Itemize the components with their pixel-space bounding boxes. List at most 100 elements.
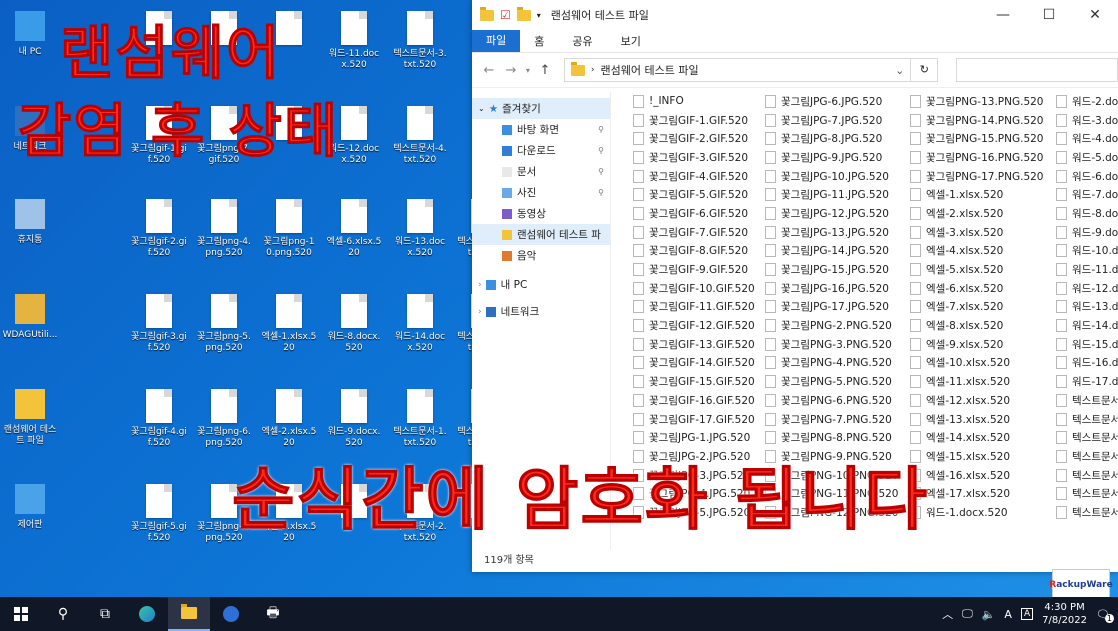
desktop-file[interactable]: 워드-13.docx.520 xyxy=(392,193,448,271)
file-item[interactable]: 워드-16.docx.520 xyxy=(1056,354,1118,373)
task-view-icon[interactable]: ⧉ xyxy=(84,597,126,631)
file-item[interactable]: 엑셀-7.xlsx.520 xyxy=(910,298,1044,317)
pin-icon[interactable]: ⚲ xyxy=(598,146,604,155)
desktop-file[interactable]: 꽃그림gif-2.gif.520 xyxy=(131,193,187,271)
file-item[interactable]: 꽃그림JPG-1.JPG.520 xyxy=(633,428,755,447)
desktop-file[interactable]: 꽃그림gif-3.gif.520 xyxy=(131,288,187,366)
back-arrow-icon[interactable]: ← xyxy=(478,63,500,78)
file-item[interactable]: 꽃그림GIF-14.GIF.520 xyxy=(633,354,755,373)
desktop-icon[interactable]: WDAGUtili... xyxy=(2,288,58,366)
file-item[interactable]: 꽃그림GIF-15.GIF.520 xyxy=(633,372,755,391)
file-item[interactable]: 꽃그림GIF-13.GIF.520 xyxy=(633,335,755,354)
desktop-file[interactable]: 꽃그림png-6.png.520 xyxy=(196,383,252,461)
file-item[interactable]: 텍스트문서 xyxy=(1056,391,1118,410)
maximize-button[interactable]: ☐ xyxy=(1026,7,1072,23)
file-item[interactable]: 텍스트문서 xyxy=(1056,466,1118,485)
desktop-file[interactable]: 엑셀-2.xlsx.520 xyxy=(261,383,317,461)
nav-item[interactable]: 음악 xyxy=(472,245,610,266)
file-item[interactable]: 꽃그림GIF-7.GIF.520 xyxy=(633,223,755,242)
file-item[interactable]: 꽃그림GIF-3.GIF.520 xyxy=(633,148,755,167)
file-item[interactable]: 꽃그림PNG-15.PNG.520 xyxy=(910,129,1044,148)
desktop-file[interactable]: 텍스트문서-1.txt.520 xyxy=(392,383,448,461)
file-item[interactable]: 엑셀-15.xlsx.520 xyxy=(910,447,1044,466)
file-item[interactable]: 워드-1.docx.520 xyxy=(910,503,1044,522)
file-item[interactable]: 꽃그림JPG-10.JPG.520 xyxy=(765,167,899,186)
desktop-file[interactable]: 워드-9.docx.520 xyxy=(326,383,382,461)
file-item[interactable]: !_INFO xyxy=(633,92,755,111)
desktop-icon[interactable]: 내 PC xyxy=(2,5,58,83)
search-icon[interactable]: ⚲ xyxy=(42,597,84,631)
file-item[interactable]: 텍스트문서 xyxy=(1056,410,1118,429)
file-item[interactable]: 꽃그림GIF-12.GIF.520 xyxy=(633,316,755,335)
file-item[interactable]: 꽃그림PNG-13.PNG.520 xyxy=(910,92,1044,111)
file-item[interactable]: 엑셀-2.xlsx.520 xyxy=(910,204,1044,223)
nav-item[interactable]: 바탕 화면 ⚲ xyxy=(472,119,610,140)
search-input[interactable] xyxy=(956,58,1118,82)
nav-quick-access[interactable]: ⌄ ★ 즐겨찾기 xyxy=(472,98,610,119)
file-item[interactable]: 꽃그림PNG-7.PNG.520 xyxy=(765,410,899,429)
nav-item[interactable]: 문서 ⚲ xyxy=(472,161,610,182)
new-folder-icon[interactable] xyxy=(516,6,531,21)
edge-browser-icon[interactable] xyxy=(126,597,168,631)
file-item[interactable]: 엑셀-8.xlsx.520 xyxy=(910,316,1044,335)
file-item[interactable]: 엑셀-6.xlsx.520 xyxy=(910,279,1044,298)
pin-icon[interactable]: ⚲ xyxy=(598,188,604,197)
file-item[interactable]: 꽃그림GIF-16.GIF.520 xyxy=(633,391,755,410)
file-item[interactable]: 워드-9.docx.520 xyxy=(1056,223,1118,242)
nav-item[interactable]: 동영상 xyxy=(472,203,610,224)
file-item[interactable]: 꽃그림PNG-5.PNG.520 xyxy=(765,372,899,391)
file-item[interactable]: 꽃그림GIF-10.GIF.520 xyxy=(633,279,755,298)
volume-icon[interactable]: 🔈 xyxy=(982,608,996,621)
desktop-icon[interactable]: 랜섬웨어 테스트 파일 xyxy=(2,383,58,461)
nav-item[interactable]: 사진 ⚲ xyxy=(472,182,610,203)
chevron-down-icon[interactable]: ▾ xyxy=(537,11,541,20)
forward-arrow-icon[interactable]: → xyxy=(500,63,522,78)
defender-icon[interactable] xyxy=(210,597,252,631)
refresh-button[interactable]: ↻ xyxy=(911,58,939,82)
network-status-icon[interactable]: 🖵 xyxy=(962,607,973,621)
file-item[interactable]: 워드-10.docx.520 xyxy=(1056,242,1118,261)
ribbon-tab-view[interactable]: 보기 xyxy=(607,33,655,49)
file-item[interactable]: 워드-17.docx.520 xyxy=(1056,372,1118,391)
file-item[interactable]: 워드-2.docx.520 xyxy=(1056,92,1118,111)
file-item[interactable]: 꽃그림GIF-6.GIF.520 xyxy=(633,204,755,223)
file-item[interactable]: 꽃그림JPG-6.JPG.520 xyxy=(765,92,899,111)
file-item[interactable]: 엑셀-5.xlsx.520 xyxy=(910,260,1044,279)
file-item[interactable]: 워드-7.docx.520 xyxy=(1056,185,1118,204)
nav-item[interactable]: 랜섬웨어 테스트 파 xyxy=(472,224,610,245)
file-item[interactable]: 꽃그림JPG-14.JPG.520 xyxy=(765,242,899,261)
file-item[interactable]: 꽃그림PNG-14.PNG.520 xyxy=(910,111,1044,130)
desktop-icon[interactable]: 휴지통 xyxy=(2,193,58,271)
file-item[interactable]: 워드-3.docx.520 xyxy=(1056,111,1118,130)
file-item[interactable]: 워드-12.docx.520 xyxy=(1056,279,1118,298)
file-item[interactable]: 꽃그림PNG-2.PNG.520 xyxy=(765,316,899,335)
notification-icon[interactable]: 🗨 1 xyxy=(1096,608,1114,623)
desktop-file[interactable]: 꽃그림png-4.png.520 xyxy=(196,193,252,271)
file-item[interactable]: 꽃그림PNG-6.PNG.520 xyxy=(765,391,899,410)
checkmark-icon[interactable]: ☑ xyxy=(500,8,511,22)
file-item[interactable]: 꽃그림JPG-11.JPG.520 xyxy=(765,185,899,204)
file-item[interactable]: 워드-15.docx.520 xyxy=(1056,335,1118,354)
ribbon-tab-file[interactable]: 파일 xyxy=(472,30,521,52)
file-item[interactable]: 텍스트문서 xyxy=(1056,447,1118,466)
file-item[interactable]: 꽃그림GIF-11.GIF.520 xyxy=(633,298,755,317)
desktop-file[interactable]: 워드-11.docx.520 xyxy=(326,5,382,83)
file-item[interactable]: 꽃그림GIF-4.GIF.520 xyxy=(633,167,755,186)
file-item[interactable]: 엑셀-13.xlsx.520 xyxy=(910,410,1044,429)
ribbon-tab-home[interactable]: 홈 xyxy=(520,33,558,49)
desktop-file[interactable]: 꽃그림gif-4.gif.520 xyxy=(131,383,187,461)
start-button[interactable] xyxy=(0,597,42,631)
desktop-file[interactable]: 꽃그림png-5.png.520 xyxy=(196,288,252,366)
file-item[interactable]: 엑셀-16.xlsx.520 xyxy=(910,466,1044,485)
file-item[interactable]: 꽃그림PNG-8.PNG.520 xyxy=(765,428,899,447)
file-item[interactable]: 엑셀-10.xlsx.520 xyxy=(910,354,1044,373)
file-item[interactable]: 엑셀-11.xlsx.520 xyxy=(910,372,1044,391)
file-item[interactable]: 꽃그림GIF-1.GIF.520 xyxy=(633,111,755,130)
file-item[interactable]: 꽃그림PNG-17.PNG.520 xyxy=(910,167,1044,186)
file-item[interactable]: 워드-11.docx.520 xyxy=(1056,260,1118,279)
desktop-file[interactable]: 워드-14.docx.520 xyxy=(392,288,448,366)
minimize-button[interactable]: — xyxy=(980,7,1026,23)
title-bar[interactable]: ☑ ▾ 랜섬웨어 테스트 파일 — ☐ ✕ xyxy=(472,0,1118,30)
file-item[interactable]: 텍스트문서 xyxy=(1056,428,1118,447)
file-item[interactable]: 엑셀-3.xlsx.520 xyxy=(910,223,1044,242)
